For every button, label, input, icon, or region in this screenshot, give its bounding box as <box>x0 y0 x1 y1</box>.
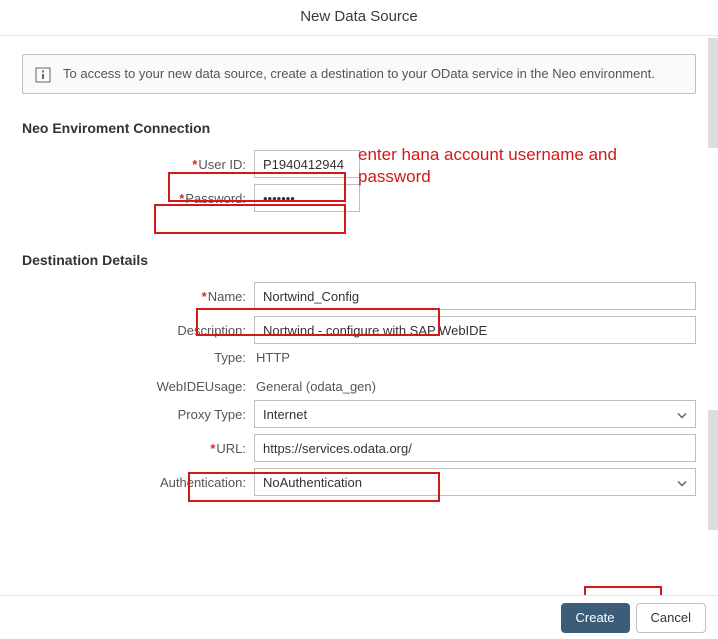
webideusage-value: General (odata_gen) <box>254 379 376 394</box>
info-icon <box>35 67 51 83</box>
authentication-label: Authentication: <box>160 475 246 490</box>
chevron-down-icon <box>677 407 687 422</box>
row-name: *Name: <box>22 282 696 310</box>
dialog-title: New Data Source <box>0 0 718 36</box>
row-password: *Password: <box>22 184 696 212</box>
row-type: Type: HTTP <box>22 350 696 365</box>
cancel-button[interactable]: Cancel <box>636 603 706 633</box>
description-label: Description: <box>177 323 246 338</box>
row-proxy-type: Proxy Type: Internet <box>22 400 696 428</box>
authentication-select[interactable]: NoAuthentication <box>254 468 696 496</box>
url-label: URL: <box>216 441 246 456</box>
required-marker: * <box>179 191 184 206</box>
user-id-label: User ID: <box>198 157 246 172</box>
description-input[interactable] <box>254 316 696 344</box>
required-marker: * <box>192 157 197 172</box>
type-label: Type: <box>214 350 246 365</box>
proxy-type-value: Internet <box>263 407 307 422</box>
row-description: Description: <box>22 316 696 344</box>
required-marker: * <box>202 289 207 304</box>
required-marker: * <box>210 441 215 456</box>
password-input[interactable] <box>254 184 360 212</box>
webideusage-label: WebIDEUsage: <box>157 379 246 394</box>
proxy-type-select[interactable]: Internet <box>254 400 696 428</box>
section-destination-title: Destination Details <box>22 252 696 268</box>
create-button[interactable]: Create <box>561 603 630 633</box>
chevron-down-icon <box>677 475 687 490</box>
name-label: Name: <box>208 289 246 304</box>
row-webideusage: WebIDEUsage: General (odata_gen) <box>22 379 696 394</box>
type-value: HTTP <box>254 350 290 365</box>
scrollbar-thumb[interactable] <box>708 410 718 530</box>
section-neo-title: Neo Enviroment Connection <box>22 120 696 136</box>
row-url: *URL: <box>22 434 696 462</box>
annotation-text: enter hana account username and password <box>358 144 678 188</box>
dialog-footer: Create Cancel <box>0 595 718 639</box>
authentication-value: NoAuthentication <box>263 475 362 490</box>
proxy-type-label: Proxy Type: <box>178 407 246 422</box>
password-label: Password: <box>185 191 246 206</box>
info-message-text: To access to your new data source, creat… <box>63 65 655 83</box>
url-input[interactable] <box>254 434 696 462</box>
row-authentication: Authentication: NoAuthentication <box>22 468 696 496</box>
info-message-box: To access to your new data source, creat… <box>22 54 696 94</box>
name-input[interactable] <box>254 282 696 310</box>
user-id-input[interactable] <box>254 150 360 178</box>
scrollbar-thumb[interactable] <box>708 38 718 148</box>
